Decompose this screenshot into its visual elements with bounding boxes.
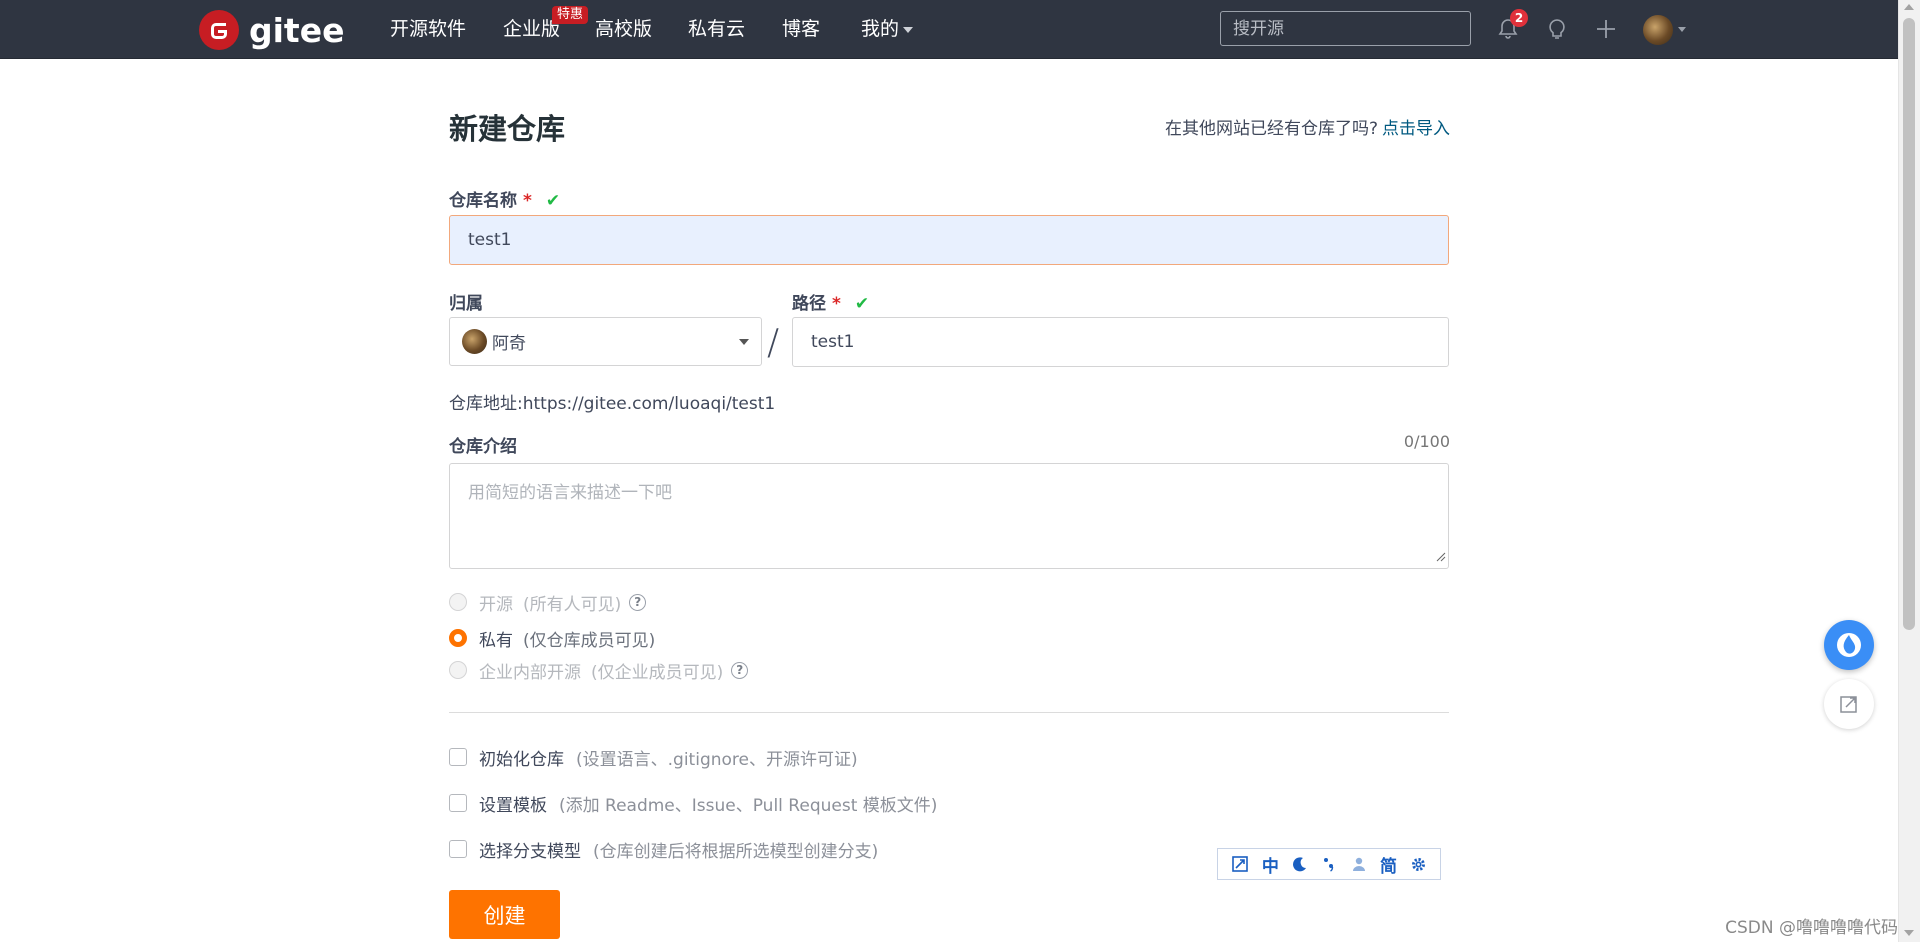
template-desc: (添加 Readme、Issue、Pull Request 模板文件) xyxy=(559,795,938,816)
search-input[interactable] xyxy=(1220,11,1471,46)
user-avatar[interactable] xyxy=(1643,15,1673,45)
path-input[interactable] xyxy=(792,317,1449,367)
repo-url-row: 仓库地址:https://gitee.com/luoaqi/test1 xyxy=(449,389,775,414)
visibility-public-option[interactable]: 开源 (所有人可见) ? xyxy=(449,590,647,615)
visibility-public-desc: (所有人可见) xyxy=(523,594,622,615)
nav-education[interactable]: 高校版 xyxy=(595,16,652,42)
repo-url-value: https://gitee.com/luoaqi/test1 xyxy=(522,394,776,414)
nav-mine-label: 我的 xyxy=(861,18,900,40)
promo-badge: 特惠 xyxy=(552,6,589,24)
checkmark-icon: ✔ xyxy=(545,191,561,211)
path-separator: / xyxy=(767,322,780,363)
path-label: 路径 xyxy=(792,294,826,314)
avatar-chevron-down-icon[interactable] xyxy=(1678,27,1686,32)
required-mark: * xyxy=(523,191,532,211)
visibility-public-label: 开源 xyxy=(479,594,513,615)
checkmark-icon: ✔ xyxy=(854,294,870,314)
logo-text: gitee xyxy=(249,10,345,50)
ime-mode-icon[interactable] xyxy=(1231,855,1249,873)
create-new-button[interactable] xyxy=(1591,14,1621,44)
owner-avatar xyxy=(462,329,487,354)
intro-char-counter: 0/100 xyxy=(1403,432,1450,451)
chevron-down-icon xyxy=(903,26,914,33)
branch-model-desc: (仓库创建后将根据所选模型创建分支) xyxy=(593,841,879,862)
import-hint: 在其他网站已经有仓库了吗? 点击导入 xyxy=(1165,114,1450,139)
plus-icon xyxy=(1597,20,1615,38)
repo-url-label: 仓库地址: xyxy=(449,394,523,414)
floating-feedback-button[interactable] xyxy=(1824,679,1874,729)
owner-label: 归属 xyxy=(449,294,483,314)
import-link[interactable]: 点击导入 xyxy=(1382,119,1450,139)
branch-model-label: 选择分支模型 xyxy=(479,841,581,862)
radio-public[interactable] xyxy=(449,593,467,611)
template-option[interactable]: 设置模板 (添加 Readme、Issue、Pull Request 模板文件) xyxy=(449,791,938,816)
repo-name-label-row: 仓库名称 * ✔ xyxy=(449,186,560,211)
init-repo-desc: (设置语言、.gitignore、开源许可证) xyxy=(576,749,858,770)
visibility-internal-label: 企业内部开源 xyxy=(479,662,581,683)
template-checkbox[interactable] xyxy=(449,794,467,812)
watermark: CSDN @噜噜噜噜代码 xyxy=(1725,918,1898,938)
page-title: 新建仓库 xyxy=(449,112,566,146)
path-label-row: 路径 * ✔ xyxy=(792,289,869,314)
user-icon[interactable] xyxy=(1351,856,1367,872)
gear-icon[interactable] xyxy=(1410,856,1427,873)
visibility-private-desc: (仅仓库成员可见) xyxy=(523,630,656,651)
intro-label: 仓库介绍 xyxy=(449,437,517,457)
import-hint-text: 在其他网站已经有仓库了吗? xyxy=(1164,119,1378,139)
init-repo-option[interactable]: 初始化仓库 (设置语言、.gitignore、开源许可证) xyxy=(449,745,858,770)
radio-private[interactable] xyxy=(449,629,467,647)
scroll-up-icon[interactable] xyxy=(1904,4,1914,10)
punctuation-icon[interactable] xyxy=(1321,856,1337,872)
floating-assistant-button[interactable] xyxy=(1824,620,1874,670)
scrollbar-thumb[interactable] xyxy=(1903,18,1915,630)
top-navbar: gitee 开源软件 企业版 特惠 高校版 私有云 博客 我的 2 xyxy=(0,0,1898,59)
nav-private-cloud[interactable]: 私有云 xyxy=(688,16,745,42)
moon-icon[interactable] xyxy=(1292,856,1308,872)
resize-handle-icon[interactable] xyxy=(1436,552,1446,562)
section-divider xyxy=(449,712,1449,713)
init-repo-label: 初始化仓库 xyxy=(479,749,564,770)
notification-count-badge: 2 xyxy=(1510,9,1528,27)
visibility-internal-option[interactable]: 企业内部开源 (仅企业成员可见) ? xyxy=(449,658,749,683)
ideas-button[interactable] xyxy=(1542,14,1572,44)
gitee-logo[interactable]: gitee xyxy=(199,9,344,51)
repo-name-label: 仓库名称 xyxy=(449,191,517,211)
gitee-logo-icon xyxy=(199,10,239,50)
repo-name-input[interactable] xyxy=(449,215,1449,265)
radio-internal[interactable] xyxy=(449,661,467,679)
assistant-icon xyxy=(1837,633,1861,657)
ime-chinese-toggle[interactable]: 中 xyxy=(1262,852,1279,877)
branch-model-option[interactable]: 选择分支模型 (仓库创建后将根据所选模型创建分支) xyxy=(449,837,879,862)
ime-toolbar: 中 简 xyxy=(1217,848,1441,880)
question-icon[interactable]: ? xyxy=(629,593,647,611)
chevron-down-icon xyxy=(739,339,749,345)
scroll-down-icon[interactable] xyxy=(1904,930,1914,936)
owner-select[interactable]: 阿奇 xyxy=(449,317,762,366)
create-button[interactable]: 创建 xyxy=(449,890,560,939)
nav-blog[interactable]: 博客 xyxy=(782,16,820,42)
nav-open-source[interactable]: 开源软件 xyxy=(390,16,466,42)
question-icon[interactable]: ? xyxy=(731,661,749,679)
template-label: 设置模板 xyxy=(479,795,547,816)
branch-model-checkbox[interactable] xyxy=(449,840,467,858)
lightbulb-icon xyxy=(1549,19,1565,39)
visibility-private-option[interactable]: 私有 (仅仓库成员可见) xyxy=(449,626,656,651)
owner-name: 阿奇 xyxy=(492,334,526,354)
edit-icon xyxy=(1840,696,1857,713)
ime-simplified-toggle[interactable]: 简 xyxy=(1380,852,1397,877)
intro-textarea[interactable] xyxy=(449,463,1449,569)
visibility-private-label: 私有 xyxy=(479,630,513,651)
init-repo-checkbox[interactable] xyxy=(449,748,467,766)
visibility-internal-desc: (仅企业成员可见) xyxy=(591,662,724,683)
nav-mine[interactable]: 我的 xyxy=(861,16,914,42)
required-mark: * xyxy=(832,294,841,314)
